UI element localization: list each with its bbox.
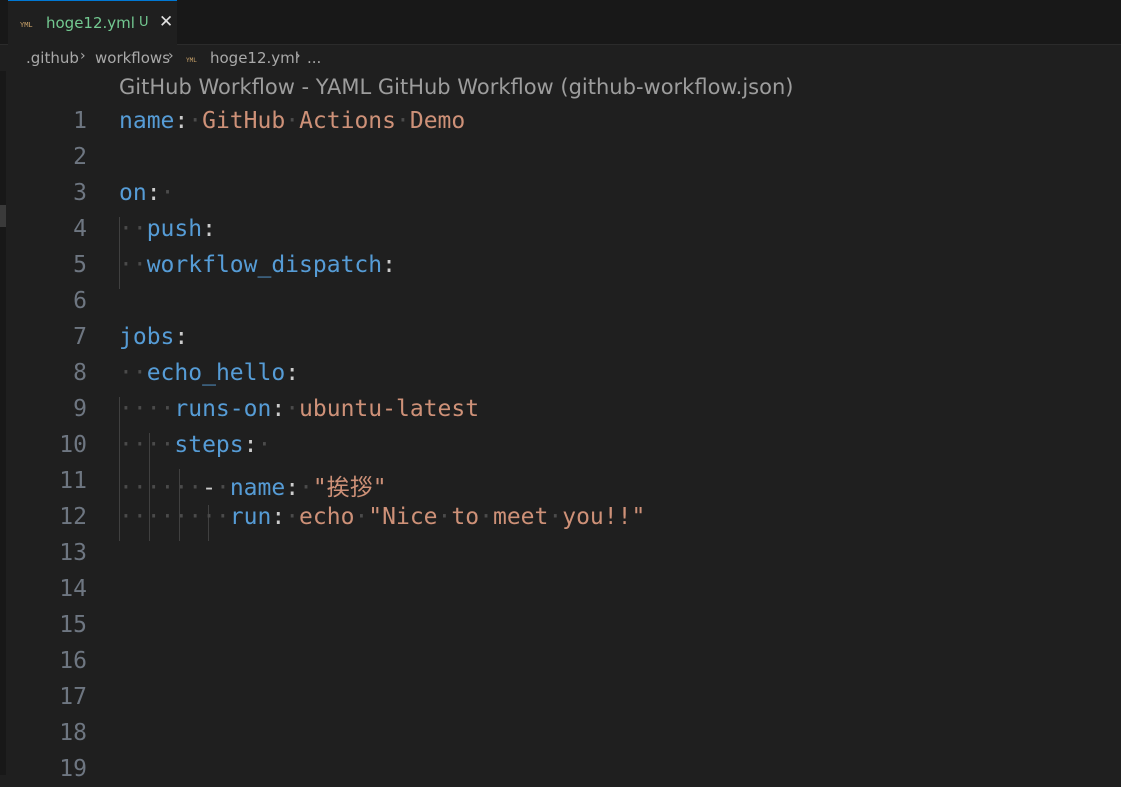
yaml-value: meet bbox=[492, 504, 549, 530]
line-number: 14 bbox=[59, 576, 87, 602]
line-number: 5 bbox=[73, 252, 87, 278]
yaml-dash: - bbox=[202, 475, 216, 501]
yaml-colon: : bbox=[271, 396, 286, 422]
yaml-value: ubuntu-latest bbox=[299, 396, 480, 422]
git-status-badge: U bbox=[139, 15, 149, 30]
yaml-value: to bbox=[451, 504, 480, 530]
yaml-colon: : bbox=[174, 108, 189, 134]
code-line[interactable]: 2 bbox=[0, 139, 1121, 175]
code-line[interactable]: 9 ····runs-on:·ubuntu-latest bbox=[0, 391, 1121, 427]
chevron-right-icon: › bbox=[295, 48, 301, 64]
yaml-file-icon: YML bbox=[186, 57, 197, 64]
yaml-key: steps bbox=[174, 432, 244, 458]
yaml-key: on bbox=[119, 180, 147, 206]
yaml-colon: : bbox=[174, 324, 189, 350]
line-number: 10 bbox=[59, 432, 87, 458]
line-number: 15 bbox=[59, 612, 87, 638]
code-line[interactable]: 3 on:· bbox=[0, 175, 1121, 211]
line-number: 16 bbox=[59, 648, 87, 674]
line-number: 11 bbox=[59, 468, 87, 494]
code-line[interactable]: 13 bbox=[0, 535, 1121, 571]
code-line[interactable]: 8 ··echo_hello: bbox=[0, 355, 1121, 391]
close-icon[interactable]: ✕ bbox=[159, 12, 173, 32]
code-line[interactable]: 4 ··push: bbox=[0, 211, 1121, 247]
code-line[interactable]: 15 bbox=[0, 607, 1121, 643]
code-line[interactable]: 16 bbox=[0, 643, 1121, 679]
code-line[interactable]: 11 ······-·name:·"挨拶" bbox=[0, 463, 1121, 501]
line-number: 19 bbox=[59, 756, 87, 782]
yaml-colon: : bbox=[285, 475, 300, 501]
svg-text:YML: YML bbox=[186, 57, 197, 64]
code-line[interactable]: 6 bbox=[0, 283, 1121, 319]
code-line[interactable]: 18 bbox=[0, 715, 1121, 751]
code-line[interactable]: 1 name:·GitHub·Actions·Demo bbox=[0, 103, 1121, 139]
yaml-colon: : bbox=[146, 180, 161, 206]
yaml-colon: : bbox=[271, 504, 286, 530]
breadcrumb: .github › workflows › YML hoge12.yml › .… bbox=[0, 45, 1121, 71]
yaml-value: GitHub bbox=[202, 108, 286, 134]
yaml-colon: : bbox=[202, 216, 216, 242]
yaml-value: Demo bbox=[409, 108, 466, 134]
yaml-value: Actions bbox=[299, 108, 396, 134]
line-number: 18 bbox=[59, 720, 87, 746]
code-editor[interactable]: GitHub Workflow - YAML GitHub Workflow (… bbox=[0, 71, 1121, 782]
yaml-value: "挨拶" bbox=[312, 475, 387, 501]
tab-bar: YML hoge12.yml U ✕ bbox=[0, 0, 1121, 45]
tab-hoge12-yml[interactable]: YML hoge12.yml U ✕ bbox=[8, 0, 177, 45]
yaml-key: run bbox=[229, 504, 272, 530]
line-number: 13 bbox=[59, 540, 87, 566]
line-number: 3 bbox=[73, 180, 87, 206]
line-number: 2 bbox=[73, 144, 87, 170]
code-line[interactable]: 14 bbox=[0, 571, 1121, 607]
yaml-key: name bbox=[229, 475, 286, 501]
yaml-key: push bbox=[146, 216, 203, 242]
yaml-value: you!!" bbox=[562, 504, 646, 530]
breadcrumb-item-workflows[interactable]: workflows bbox=[95, 49, 170, 67]
yaml-key: workflow_dispatch bbox=[146, 252, 383, 278]
code-line[interactable]: 7 jobs: bbox=[0, 319, 1121, 355]
line-number: 6 bbox=[73, 288, 87, 314]
tab-label: hoge12.yml bbox=[46, 14, 135, 32]
code-line[interactable]: 17 bbox=[0, 679, 1121, 715]
svg-text:YML: YML bbox=[20, 21, 33, 29]
code-line[interactable]: 19 bbox=[0, 751, 1121, 787]
yaml-key: echo_hello bbox=[146, 360, 286, 386]
breadcrumb-item-file[interactable]: hoge12.yml bbox=[210, 49, 299, 67]
yaml-key: jobs bbox=[119, 324, 175, 350]
yaml-colon: : bbox=[285, 360, 300, 386]
code-line[interactable]: 10 ····steps:· bbox=[0, 427, 1121, 463]
yaml-colon: : bbox=[382, 252, 396, 278]
line-number: 12 bbox=[59, 504, 87, 530]
chevron-right-icon: › bbox=[80, 48, 86, 64]
line-number: 7 bbox=[73, 324, 87, 350]
schema-codelens[interactable]: GitHub Workflow - YAML GitHub Workflow (… bbox=[119, 75, 793, 99]
line-number: 8 bbox=[73, 360, 87, 386]
yaml-key: runs-on bbox=[174, 396, 272, 422]
line-number: 17 bbox=[59, 684, 87, 710]
line-number: 9 bbox=[73, 396, 87, 422]
breadcrumb-item-symbols[interactable]: ... bbox=[307, 49, 321, 67]
code-line[interactable]: 12 ········run:·echo·"Nice·to·meet·you!!… bbox=[0, 499, 1121, 535]
yaml-value: echo bbox=[299, 504, 355, 530]
breadcrumb-item-github[interactable]: .github bbox=[26, 49, 79, 67]
yaml-value: "Nice bbox=[368, 504, 438, 530]
yaml-file-icon: YML bbox=[20, 21, 33, 29]
code-line[interactable]: 5 ··workflow_dispatch: bbox=[0, 247, 1121, 283]
line-number: 1 bbox=[73, 108, 87, 134]
line-number: 4 bbox=[73, 216, 87, 242]
chevron-right-icon: › bbox=[168, 48, 174, 64]
yaml-key: name bbox=[119, 108, 175, 134]
yaml-colon: : bbox=[243, 432, 258, 458]
